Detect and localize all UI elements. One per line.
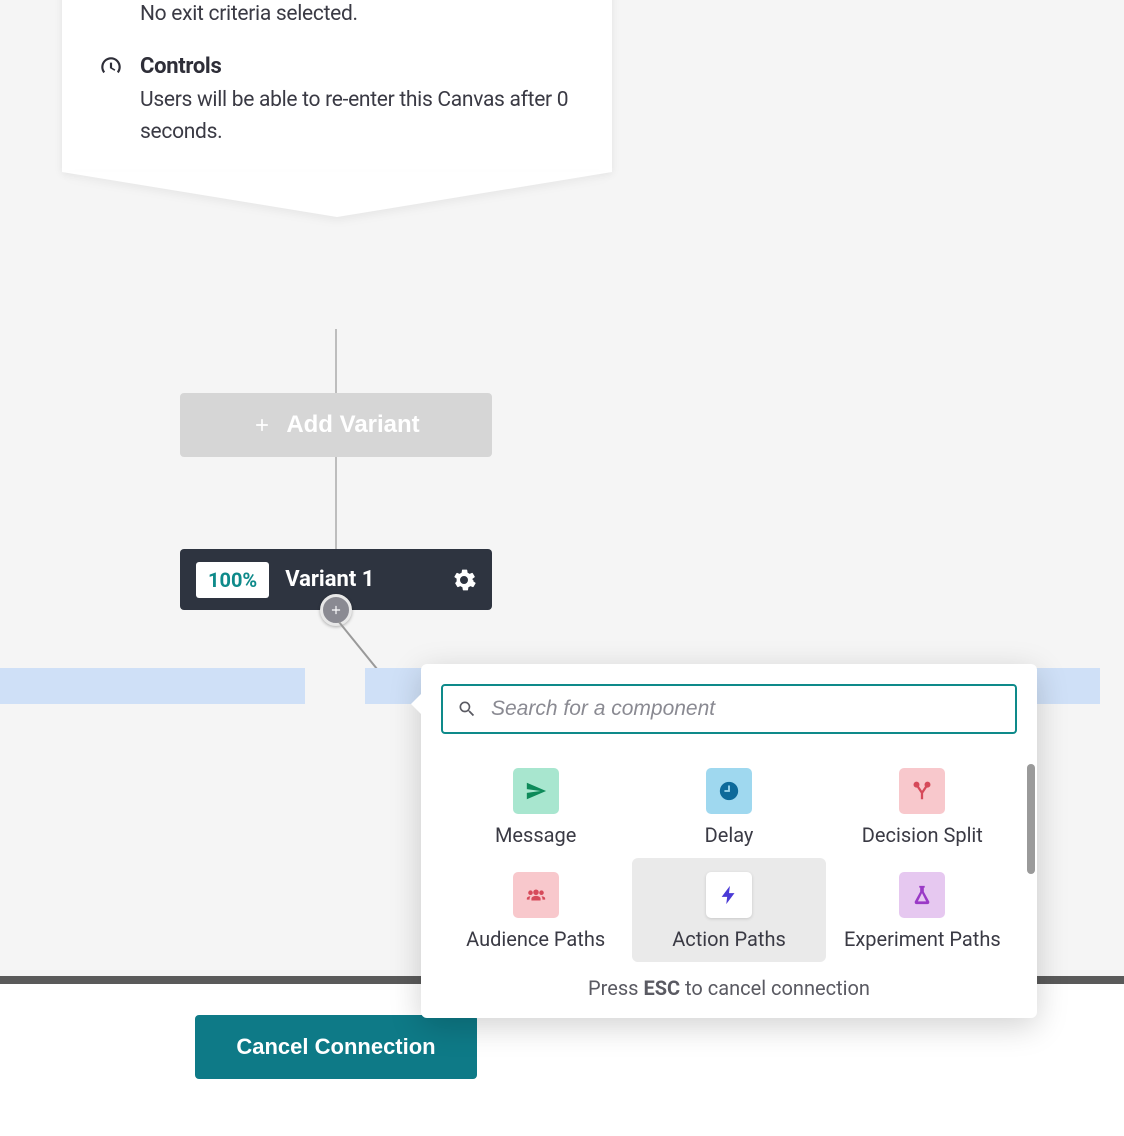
- paper-plane-icon: [513, 768, 559, 814]
- component-label: Delay: [705, 822, 754, 848]
- gear-icon[interactable]: [452, 568, 476, 592]
- component-label: Audience Paths: [466, 926, 605, 952]
- component-action-paths[interactable]: Action Paths: [632, 858, 825, 962]
- variant-percent-badge: 100%: [196, 562, 269, 598]
- component-label: Action Paths: [672, 926, 786, 952]
- add-step-node[interactable]: [320, 594, 352, 626]
- flask-icon: [899, 872, 945, 918]
- bolt-icon: [706, 872, 752, 918]
- component-label: Experiment Paths: [844, 926, 1001, 952]
- component-picker-popover: Message Delay Decision Split Audience Pa…: [421, 664, 1037, 1018]
- plus-icon: [329, 603, 343, 617]
- connector-line: [335, 457, 337, 549]
- clock-icon: [706, 768, 752, 814]
- split-icon: [899, 768, 945, 814]
- component-label: Decision Split: [862, 822, 983, 848]
- controls-text: Users will be able to re-enter this Canv…: [140, 85, 576, 148]
- component-message[interactable]: Message: [439, 754, 632, 858]
- component-experiment-paths[interactable]: Experiment Paths: [826, 858, 1019, 962]
- scrollbar-thumb[interactable]: [1027, 764, 1035, 874]
- cancel-connection-button[interactable]: Cancel Connection: [195, 1015, 477, 1079]
- component-decision-split[interactable]: Decision Split: [826, 754, 1019, 858]
- controls-title: Controls: [140, 54, 576, 79]
- connector-line: [335, 329, 337, 393]
- exit-criteria-section: Exit Criteria No exit criteria selected.: [98, 0, 576, 30]
- users-icon: [513, 872, 559, 918]
- controls-section: Controls Users will be able to re-enter …: [98, 54, 576, 148]
- component-label: Message: [495, 822, 576, 848]
- component-search-input[interactable]: [441, 684, 1017, 734]
- add-variant-button[interactable]: Add Variant: [180, 393, 492, 457]
- add-variant-label: Add Variant: [286, 411, 419, 439]
- plus-icon: [252, 415, 272, 435]
- popover-hint: Press ESC to cancel connection: [429, 976, 1029, 1000]
- variant-label: Variant 1: [285, 567, 452, 592]
- component-audience-paths[interactable]: Audience Paths: [439, 858, 632, 962]
- canvas-entry-card: (Web)] AND no additional filters Exit Cr…: [62, 0, 612, 172]
- search-icon: [457, 699, 477, 719]
- gauge-icon: [98, 54, 124, 80]
- component-delay[interactable]: Delay: [632, 754, 825, 858]
- exit-criteria-text: No exit criteria selected.: [140, 0, 576, 30]
